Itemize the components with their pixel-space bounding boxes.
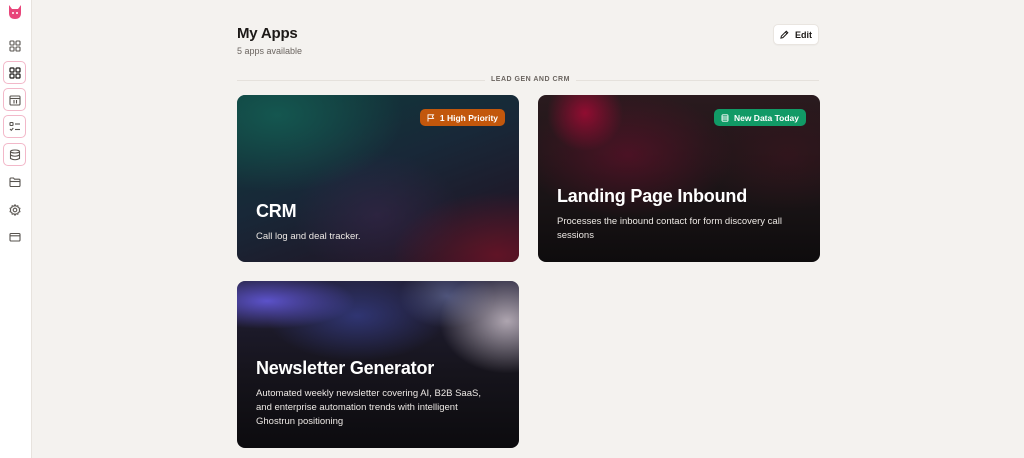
edit-button[interactable]: Edit [773, 24, 819, 45]
calendar-icon [8, 94, 21, 106]
folder-icon [8, 176, 21, 187]
new-data-badge: New Data Today [713, 109, 806, 126]
sidebar-item-tasks[interactable] [3, 115, 26, 138]
sidebar-item-dashboard[interactable] [3, 34, 26, 57]
app-card-landing-page-inbound[interactable]: New Data Today Landing Page Inbound Proc… [538, 95, 820, 262]
badge-label: New Data Today [733, 112, 799, 123]
sidebar-item-database[interactable] [3, 143, 26, 166]
card-title: Landing Page Inbound [557, 186, 747, 206]
card-description: Call log and deal tracker. [256, 231, 361, 242]
priority-badge: 1 High Priority [419, 109, 505, 126]
section-label: LEAD GEN AND CRM [485, 76, 576, 83]
apps-count: 5 apps available [237, 46, 303, 56]
database-icon [9, 148, 20, 160]
badge-label: 1 High Priority [439, 112, 498, 123]
app-card-newsletter-generator[interactable]: Newsletter Generator Automated weekly ne… [237, 281, 519, 448]
credit-card-icon [8, 232, 21, 242]
flag-icon [427, 113, 435, 121]
fox-logo-icon[interactable] [8, 4, 22, 20]
page-title: My Apps [237, 25, 298, 42]
dashboard-icon [8, 39, 21, 52]
card-description: Processes the inbound contact for form d… [557, 216, 782, 241]
edit-button-label: Edit [795, 29, 812, 40]
sidebar-item-settings[interactable] [3, 198, 26, 221]
sidebar-item-apps[interactable] [3, 61, 26, 84]
sidebar [0, 0, 32, 458]
card-title: Newsletter Generator [256, 358, 435, 378]
sidebar-item-billing[interactable] [3, 225, 26, 248]
app-card-crm[interactable]: 1 High Priority CRM Call log and deal tr… [237, 95, 519, 262]
sidebar-item-calendar[interactable] [3, 88, 26, 111]
pencil-icon [780, 30, 789, 39]
sidebar-item-files[interactable] [3, 170, 26, 193]
database-icon [721, 113, 729, 122]
app-root: My Apps 5 apps available Edit LEAD GEN A… [0, 0, 1024, 458]
card-title: CRM [256, 201, 297, 221]
card-description: Automated weekly newsletter covering AI,… [256, 388, 481, 427]
gear-icon [8, 203, 21, 216]
checklist-icon [8, 121, 20, 131]
apps-grid-icon [8, 66, 21, 79]
